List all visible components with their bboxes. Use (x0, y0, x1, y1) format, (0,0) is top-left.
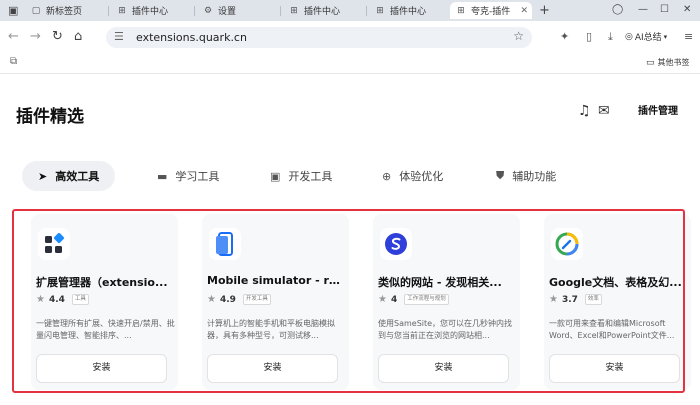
other-bookmarks-folder[interactable]: ▭ 其他书签 (646, 57, 690, 68)
tab-extension-center-1[interactable]: ⊞ 插件中心 (111, 2, 191, 19)
menu-icon[interactable]: ≡ (684, 30, 693, 44)
ai-summary-button[interactable]: ◎ AI总结 ▾ (625, 30, 668, 44)
category-efficiency-tools[interactable]: ➤ 高效工具 (22, 161, 116, 191)
tab-label: 夸克-插件 (471, 7, 511, 17)
gear-icon: ⚙ (203, 5, 213, 16)
new-tab-button[interactable]: + (539, 3, 550, 18)
shield-icon: ⛊ (496, 169, 505, 182)
new-tab-icon: ▢ (31, 5, 41, 16)
grid-icon: ⊞ (118, 5, 126, 16)
site-info-icon[interactable]: ☰ (114, 30, 124, 43)
category-dev-tools[interactable]: ▣ 开发工具 (270, 161, 332, 191)
highlight-frame (12, 209, 685, 393)
tab-quark-extensions[interactable]: ⊞ 夸克-插件 ✕ (450, 2, 532, 19)
page-title: 插件精选 (16, 107, 84, 127)
downloads-icon[interactable]: ⤓ (608, 30, 613, 44)
close-tab-icon[interactable]: ✕ (520, 6, 528, 16)
tab-extension-center-3[interactable]: ⊞ 插件中心 (369, 2, 449, 19)
maximize-icon[interactable]: ☐ (660, 3, 669, 17)
book-icon: ▬ (157, 169, 168, 183)
tab-label: 插件中心 (132, 7, 169, 17)
tab-separator (194, 6, 195, 16)
back-icon[interactable]: ← (8, 29, 19, 45)
browser-menu-icon[interactable]: ▣ (8, 4, 18, 17)
minimize-icon[interactable]: — (638, 3, 648, 17)
tab-strip: ▣ ▢ 新标签页 ⊞ 插件中心 ⚙ 设置 ⊞ 插件中心 ⊞ 插件中心 ⊞ 夸克-… (0, 0, 700, 21)
reload-icon[interactable]: ↻ (52, 29, 63, 45)
code-icon: ▣ (270, 169, 281, 183)
tab-label: 设置 (218, 7, 237, 17)
plus-circle-icon: ⊕ (382, 169, 392, 183)
tab-separator (280, 6, 281, 16)
category-accessibility[interactable]: ⛊ 辅助功能 (496, 161, 556, 191)
bookmark-star-icon[interactable]: ☆ (513, 29, 524, 43)
forward-icon[interactable]: → (30, 29, 41, 45)
inbox-icon[interactable]: ✉ (598, 103, 610, 119)
folder-icon: ▭ (646, 57, 655, 68)
home-icon[interactable]: ⌂ (74, 29, 82, 45)
category-learning-tools[interactable]: ▬ 学习工具 (157, 161, 219, 191)
close-window-icon[interactable]: ✕ (683, 3, 691, 17)
tab-label: 新标签页 (46, 7, 83, 17)
tab-extension-center-2[interactable]: ⊞ 插件中心 (283, 2, 363, 19)
tab-label: 插件中心 (390, 7, 427, 17)
address-field[interactable]: ☰ extensions.quark.cn ☆ (106, 27, 532, 48)
bookmarks-bar: ⧉ ▭ 其他书签 (0, 53, 700, 74)
tab-new-tab[interactable]: ▢ 新标签页 (25, 2, 105, 19)
ai-icon: ◎ (625, 31, 633, 42)
tab-settings[interactable]: ⚙ 设置 (197, 2, 277, 19)
url-text: extensions.quark.cn (136, 31, 247, 44)
tab-overview-icon[interactable]: ⧉ (10, 56, 17, 67)
grid-icon: ⊞ (457, 5, 465, 16)
bookmarks-icon[interactable]: ▯ (586, 30, 592, 44)
chevron-down-icon: ▾ (663, 32, 668, 41)
tab-separator (108, 6, 109, 16)
tab-label: 插件中心 (304, 7, 341, 17)
tab-separator (366, 6, 367, 16)
profile-icon[interactable]: ◯ (612, 3, 623, 17)
manage-extensions-button[interactable]: 插件管理 (630, 98, 686, 126)
category-experience[interactable]: ⊕ 体验优化 (382, 161, 443, 191)
address-toolbar: ← → ↻ ⌂ ☰ extensions.quark.cn ☆ ✦ ▯ ⤓ ◎ … (0, 21, 700, 53)
send-icon: ➤ (38, 169, 48, 183)
headset-icon[interactable]: ♫ (578, 103, 591, 119)
grid-icon: ⊞ (290, 5, 298, 16)
grid-icon: ⊞ (376, 5, 384, 16)
extensions-icon[interactable]: ✦ (560, 30, 569, 44)
